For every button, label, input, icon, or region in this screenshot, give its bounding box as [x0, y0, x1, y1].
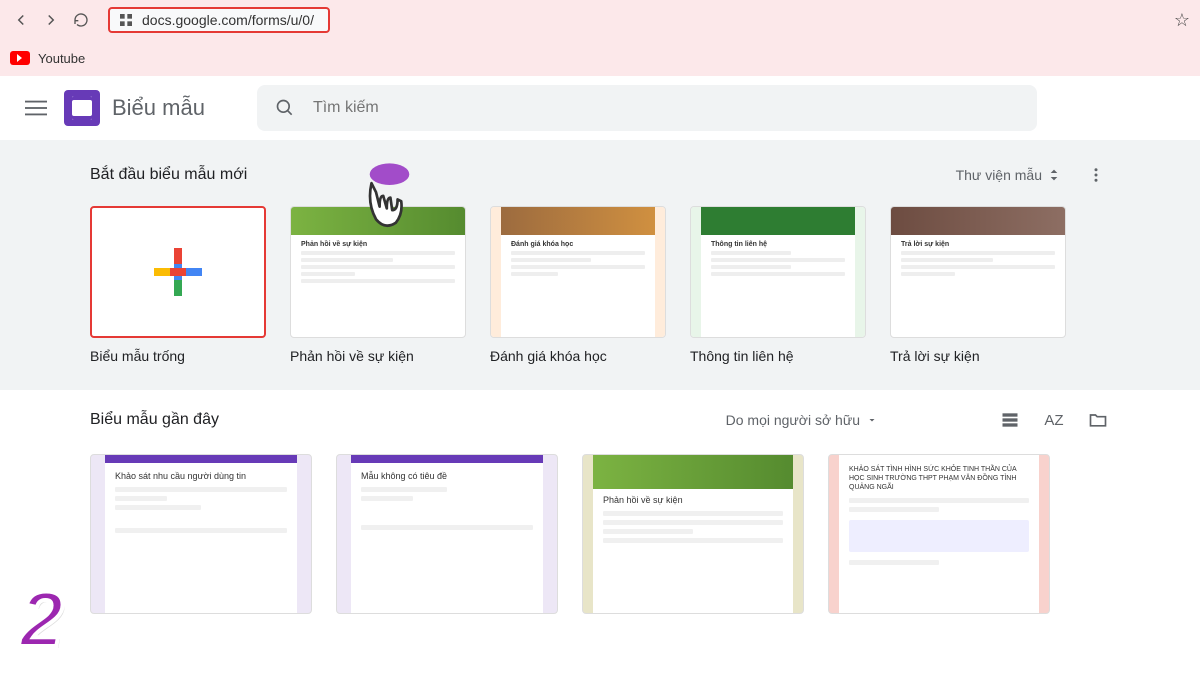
- recent-heading: Biểu mẫu gần đây: [90, 411, 219, 429]
- step-number-annotation: 2: [20, 574, 63, 665]
- recent-form-card[interactable]: Mẫu không có tiêu đề: [336, 454, 558, 614]
- folder-button[interactable]: [1086, 408, 1110, 432]
- template-label: Trả lời sự kiện: [890, 348, 1066, 364]
- main-menu-button[interactable]: [16, 88, 56, 128]
- template-event-feedback[interactable]: Phản hồi về sự kiện Phản hồi về sự kiện: [290, 206, 466, 364]
- template-label: Thông tin liên hệ: [690, 348, 866, 364]
- templates-more-button[interactable]: [1082, 161, 1110, 189]
- search-bar[interactable]: [257, 85, 1037, 131]
- recent-form-card[interactable]: KHẢO SÁT TÌNH HÌNH SỨC KHỎE TINH THẦN CỦ…: [828, 454, 1050, 614]
- forward-button[interactable]: [40, 9, 62, 31]
- sort-az-button[interactable]: AZ: [1042, 408, 1066, 432]
- dropdown-icon: [866, 414, 878, 426]
- gallery-label: Thư viện mẫu: [956, 167, 1042, 183]
- recent-section: Biểu mẫu gần đây Do mọi người sở hữu AZ …: [0, 390, 1200, 632]
- recent-form-card[interactable]: Phản hồi về sự kiện: [582, 454, 804, 614]
- template-gallery-button[interactable]: Thư viện mẫu: [956, 167, 1062, 183]
- list-view-button[interactable]: [998, 408, 1022, 432]
- site-settings-icon: [118, 12, 134, 28]
- unfold-icon: [1046, 167, 1062, 183]
- templates-section: Bắt đầu biểu mẫu mới Thư viện mẫu Biểu m…: [0, 140, 1200, 390]
- browser-toolbar: docs.google.com/forms/u/0/ ☆: [0, 0, 1200, 40]
- recent-form-card[interactable]: Khảo sát nhu cầu người dùng tin: [90, 454, 312, 614]
- url-text: docs.google.com/forms/u/0/: [142, 12, 314, 28]
- app-title: Biểu mẫu: [112, 95, 205, 121]
- owner-filter[interactable]: Do mọi người sở hữu: [726, 412, 878, 428]
- app-header: Biểu mẫu: [0, 76, 1200, 140]
- plus-icon: [154, 248, 202, 296]
- template-label: Biểu mẫu trống: [90, 348, 266, 364]
- search-input[interactable]: [313, 99, 1019, 117]
- template-label: Đánh giá khóa học: [490, 348, 666, 364]
- template-event-rsvp[interactable]: Trả lời sự kiện Trả lời sự kiện: [890, 206, 1066, 364]
- forms-logo-icon[interactable]: [64, 90, 100, 126]
- bookmark-star-icon[interactable]: ☆: [1174, 10, 1190, 31]
- back-button[interactable]: [10, 9, 32, 31]
- address-bar[interactable]: docs.google.com/forms/u/0/: [108, 7, 330, 33]
- more-vert-icon: [1087, 166, 1105, 184]
- template-blank[interactable]: Biểu mẫu trống: [90, 206, 266, 364]
- reload-button[interactable]: [70, 9, 92, 31]
- template-contact-info[interactable]: Thông tin liên hệ Thông tin liên hệ: [690, 206, 866, 364]
- search-icon: [275, 98, 295, 118]
- bookmarks-bar: Youtube: [0, 40, 1200, 76]
- template-label: Phản hồi về sự kiện: [290, 348, 466, 364]
- youtube-icon[interactable]: [10, 51, 30, 65]
- bookmark-youtube[interactable]: Youtube: [38, 51, 85, 66]
- templates-heading: Bắt đầu biểu mẫu mới: [90, 166, 247, 184]
- template-course-evaluation[interactable]: Đánh giá khóa học Đánh giá khóa học: [490, 206, 666, 364]
